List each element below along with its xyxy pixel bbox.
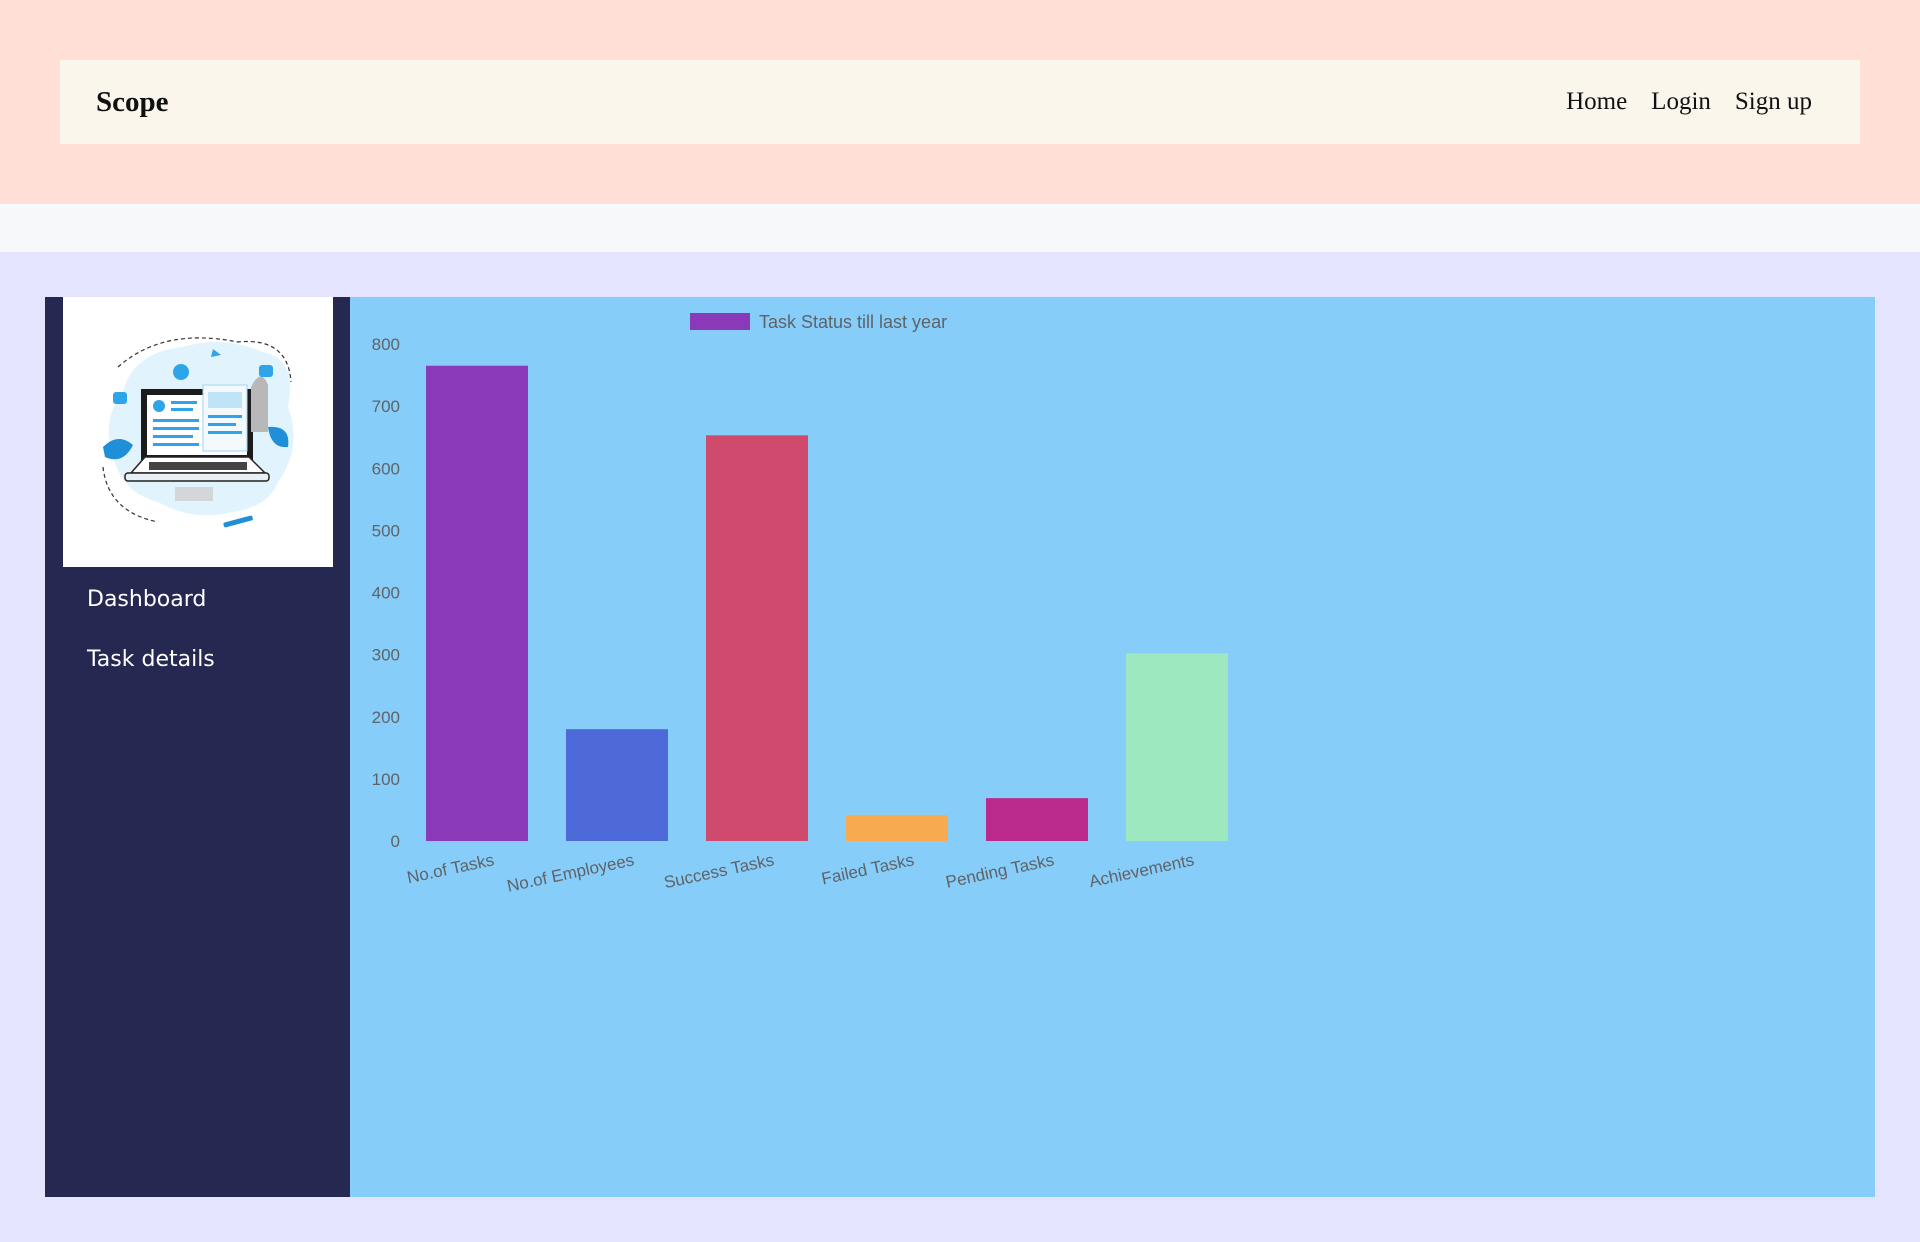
bar: [1126, 653, 1228, 841]
bar-chart: Task Status till last year 0 100 200 300 400 5…: [372, 312, 1228, 896]
x-tick-label: Pending Tasks: [944, 850, 1056, 892]
y-tick-label: 200: [372, 708, 400, 727]
x-tick-label: Failed Tasks: [820, 850, 916, 888]
spacer-band: [0, 204, 1920, 252]
sidebar-item-dashboard[interactable]: Dashboard: [87, 587, 206, 612]
y-tick-label: 400: [372, 584, 400, 603]
bar: [706, 435, 808, 841]
sidebar: Dashboard Task details: [45, 297, 350, 1197]
y-tick-label: 300: [372, 646, 400, 665]
legend-swatch: [690, 313, 750, 330]
bar: [566, 729, 668, 841]
nav-signup-link[interactable]: Sign up: [1735, 88, 1812, 116]
bar: [426, 365, 528, 841]
y-tick-label: 700: [372, 397, 400, 416]
illustration-svg: [102, 337, 294, 528]
y-tick-label: 500: [372, 521, 400, 540]
x-tick-label: No.of Employees: [505, 850, 636, 895]
y-tick-label: 100: [372, 770, 400, 789]
header-band: Scope Home Login Sign up: [0, 0, 1920, 204]
navbar: Scope Home Login Sign up: [60, 60, 1860, 144]
legend-label: Task Status till last year: [759, 312, 947, 332]
x-tick-label: Success Tasks: [662, 850, 776, 892]
x-tick-label: Achievements: [1087, 850, 1195, 891]
sidebar-item-task-details[interactable]: Task details: [87, 647, 215, 672]
chart-panel: Task Status till last year 0 100 200 300 400 5…: [350, 297, 1875, 1197]
bar: [986, 798, 1088, 841]
y-tick-label: 0: [391, 832, 400, 851]
y-tick-label: 800: [372, 335, 400, 354]
nav-home-link[interactable]: Home: [1566, 88, 1627, 116]
x-tick-label: No.of Tasks: [405, 850, 496, 887]
laptop-illustration-icon: [63, 297, 333, 567]
brand-logo[interactable]: Scope: [96, 86, 169, 119]
bar: [846, 814, 948, 841]
nav-links: Home Login Sign up: [1566, 88, 1812, 116]
nav-login-link[interactable]: Login: [1651, 88, 1711, 116]
y-tick-label: 600: [372, 459, 400, 478]
